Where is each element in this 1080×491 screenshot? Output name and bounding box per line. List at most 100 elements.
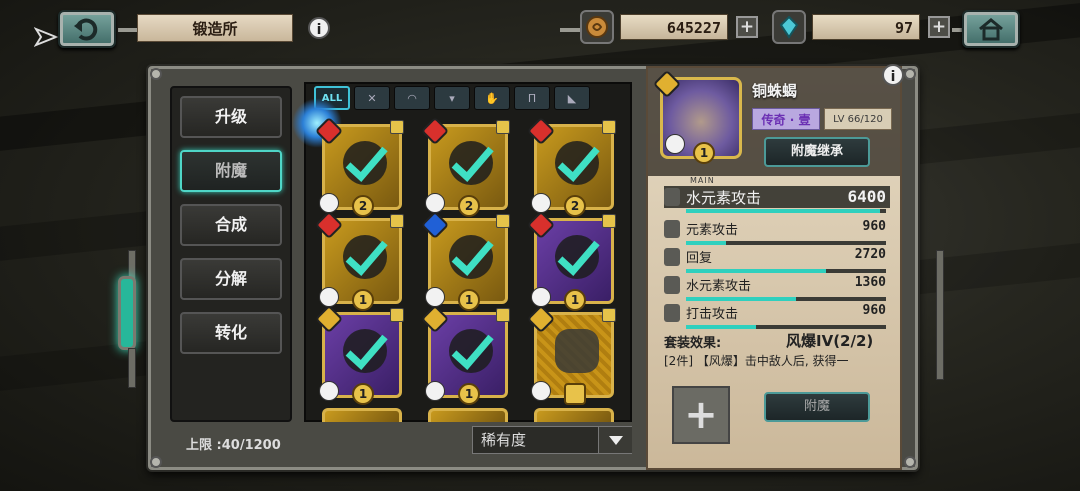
equipment-card[interactable]: 1 [314, 304, 404, 405]
check-icon [451, 334, 494, 371]
equipment-card[interactable] [526, 304, 616, 405]
card-level: 2 [352, 195, 374, 217]
bolt-decor [150, 68, 162, 80]
combine-button[interactable]: 合成 [180, 204, 282, 246]
stat-name: 打击攻击 [686, 307, 739, 322]
add-material-slot[interactable]: + [672, 386, 730, 444]
lock-icon[interactable] [390, 120, 404, 134]
stat-name: 水元素攻击 [686, 279, 752, 294]
equipment-card[interactable]: 2 [314, 116, 404, 217]
lock-icon[interactable] [390, 308, 404, 322]
dismantle-button[interactable]: 分解 [180, 258, 282, 300]
stat-bar-fill [686, 209, 880, 213]
lock-icon[interactable] [496, 308, 510, 322]
stat-value: 1360 [854, 275, 886, 290]
stat-bar-fill [686, 241, 726, 245]
check-icon [557, 240, 600, 277]
lock-icon[interactable] [664, 276, 680, 294]
lock-icon[interactable] [602, 308, 616, 322]
equipment-card[interactable] [322, 408, 402, 422]
enchant-button[interactable]: 附魔 [764, 392, 870, 422]
equipment-card[interactable]: 1 [420, 304, 510, 405]
stat-bar [686, 269, 886, 273]
armor-icon[interactable]: ▾ [434, 86, 470, 110]
lock-icon[interactable] [664, 188, 680, 206]
helmet-slot-icon [425, 193, 445, 213]
lock-icon[interactable] [664, 304, 680, 322]
card-level: 1 [458, 383, 480, 405]
sword-icon[interactable]: ✕ [354, 86, 390, 110]
stat-row: 元素攻击 960 [664, 218, 890, 245]
crystal-amount: 97 [812, 14, 920, 40]
lock-icon[interactable] [602, 120, 616, 134]
stat-bar [686, 297, 886, 301]
stat-value: 960 [862, 303, 886, 318]
back-button[interactable] [58, 10, 116, 48]
back-arrow-icon [74, 18, 98, 41]
lock-icon[interactable] [496, 120, 510, 134]
item-name: 铜蛛蝎 [752, 82, 798, 100]
chevron-down-icon [608, 435, 623, 445]
enchant-tab-button[interactable]: 附魔 [180, 150, 282, 192]
item-portrait: 1 [652, 69, 742, 164]
pipe-decor [128, 348, 136, 388]
info-button[interactable]: i [308, 17, 330, 39]
glove-icon[interactable]: ✋ [474, 86, 510, 110]
pants-icon[interactable]: Π [514, 86, 550, 110]
stat-bar [686, 241, 886, 245]
add-crystal-button[interactable]: + [928, 16, 950, 38]
dropdown-arrow[interactable] [598, 427, 632, 453]
boots-slot-icon [319, 287, 339, 307]
equipment-card[interactable]: 1 [526, 210, 616, 311]
stat-value: 960 [862, 219, 886, 234]
portrait-level: 1 [693, 142, 715, 164]
check-icon [345, 146, 388, 183]
bolt-decor [150, 456, 162, 468]
card-level: 2 [564, 195, 586, 217]
card-level [564, 383, 586, 405]
equipment-card[interactable] [534, 408, 614, 422]
equipment-card[interactable]: 2 [420, 116, 510, 217]
lock-icon[interactable] [390, 214, 404, 228]
set-effect-value: 风爆IV(2/2) [786, 332, 874, 350]
card-level: 1 [458, 289, 480, 311]
gear-art [555, 329, 599, 373]
boots-slot-icon [531, 287, 551, 307]
check-icon [345, 240, 388, 277]
lock-icon[interactable] [496, 214, 510, 228]
stat-row: 打击攻击 960 [664, 302, 890, 329]
add-gold-button[interactable]: + [736, 16, 758, 38]
convert-button[interactable]: 转化 [180, 312, 282, 354]
stat-name: 元素攻击 [686, 223, 739, 238]
equipment-card[interactable]: 1 [420, 210, 510, 311]
main-stat-tag: MAIN [690, 176, 715, 185]
lock-icon[interactable] [664, 248, 680, 266]
equipment-card[interactable]: 2 [526, 116, 616, 217]
helmet-icon[interactable]: ◠ [394, 86, 430, 110]
capacity-label: 上限 :40/1200 [186, 438, 281, 453]
glove-slot-icon [319, 193, 339, 213]
lock-icon[interactable] [664, 220, 680, 238]
check-icon [451, 240, 494, 277]
equipment-card[interactable]: 1 [314, 210, 404, 311]
pants-slot-icon [425, 287, 445, 307]
connector [560, 28, 582, 32]
bolt-decor [904, 68, 916, 80]
rarity-badge: 传奇 · 壹 [752, 108, 820, 130]
stat-row: 水元素攻击 1360 [664, 274, 890, 301]
boots-icon[interactable]: ◣ [554, 86, 590, 110]
stat-row: 回复 2720 [664, 246, 890, 273]
home-icon [979, 18, 1003, 41]
stat-name: 回复 [686, 251, 713, 266]
stat-name: 水元素攻击 [686, 189, 762, 207]
upgrade-button[interactable]: 升级 [180, 96, 282, 138]
enchant-inherit-button[interactable]: 附魔继承 [764, 137, 870, 167]
detail-info-button[interactable]: i [882, 64, 904, 86]
home-button[interactable] [962, 10, 1020, 48]
lock-icon[interactable] [602, 214, 616, 228]
crystal-icon [772, 10, 806, 44]
crown-slot-icon [665, 134, 685, 154]
share-icon[interactable] [34, 25, 58, 49]
stat-bar [686, 325, 886, 329]
equipment-card[interactable] [428, 408, 508, 422]
